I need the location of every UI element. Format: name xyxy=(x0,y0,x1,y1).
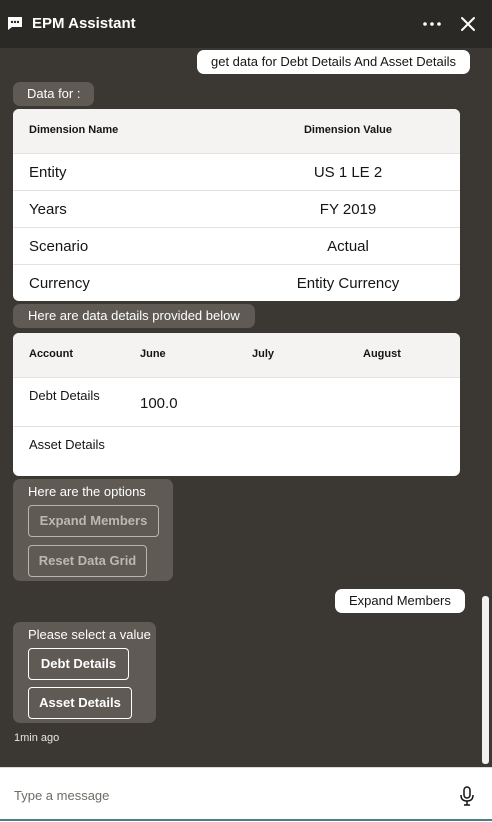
message-composer xyxy=(0,767,492,822)
column-header-dimension-name: Dimension Name xyxy=(29,124,119,136)
data-for-label: Data for : xyxy=(13,82,95,106)
data-grid-table: Account June July August Debt Details 10… xyxy=(13,333,460,476)
dimension-table: Dimension Name Dimension Value Entity US… xyxy=(13,109,460,301)
reset-data-grid-button: Reset Data Grid xyxy=(28,545,147,577)
dimension-name-cell: Currency xyxy=(29,275,90,292)
table-row: Entity US 1 LE 2 xyxy=(13,154,460,191)
dimension-name-cell: Years xyxy=(29,201,67,218)
header-title: EPM Assistant xyxy=(32,15,136,32)
message-timestamp: 1min ago xyxy=(14,732,60,744)
column-header-july: July xyxy=(252,348,275,360)
select-value-message: Please select a value Debt Details Asset… xyxy=(13,622,156,723)
expand-members-button: Expand Members xyxy=(28,505,159,537)
table-row: Asset Details xyxy=(13,427,460,476)
more-options-icon[interactable] xyxy=(422,14,442,34)
close-icon[interactable] xyxy=(458,14,478,34)
chat-bubble-icon xyxy=(8,17,22,30)
dimension-value-cell: FY 2019 xyxy=(319,201,377,218)
options-message: Here are the options Expand Members Rese… xyxy=(13,479,173,581)
table-row: Years FY 2019 xyxy=(13,191,460,228)
dimension-value-cell: Actual xyxy=(327,238,369,255)
column-header-june: June xyxy=(140,348,166,360)
june-value-cell: 100.0 xyxy=(140,395,178,412)
data-details-label: Here are data details provided below xyxy=(13,304,255,328)
table-row: Debt Details 100.0 xyxy=(13,378,460,427)
asset-details-button[interactable]: Asset Details xyxy=(28,687,132,719)
options-prompt: Here are the options xyxy=(28,484,146,499)
chat-header: EPM Assistant xyxy=(0,0,492,48)
table-row: Scenario Actual xyxy=(13,228,460,265)
microphone-icon[interactable] xyxy=(459,786,475,806)
select-prompt: Please select a value xyxy=(28,627,151,642)
chat-conversation[interactable]: get data for Debt Details And Asset Deta… xyxy=(0,48,492,767)
scrollbar-thumb[interactable] xyxy=(482,596,489,764)
dimension-name-cell: Entity xyxy=(29,164,67,181)
data-table-header: Account June July August xyxy=(13,333,460,378)
dimension-value-cell: Entity Currency xyxy=(296,275,400,292)
table-row: Currency Entity Currency xyxy=(13,265,460,301)
account-cell: Debt Details xyxy=(29,388,100,403)
column-header-dimension-value: Dimension Value xyxy=(303,124,393,136)
account-cell: Asset Details xyxy=(29,437,105,452)
debt-details-button[interactable]: Debt Details xyxy=(28,648,129,680)
message-input[interactable] xyxy=(14,782,434,808)
user-message-choice: Expand Members xyxy=(335,589,465,613)
dimension-table-header: Dimension Name Dimension Value xyxy=(13,109,460,154)
column-header-account: Account xyxy=(29,348,73,360)
user-message-query: get data for Debt Details And Asset Deta… xyxy=(197,50,470,74)
dimension-value-cell: US 1 LE 2 xyxy=(313,164,383,181)
dimension-name-cell: Scenario xyxy=(29,238,89,255)
column-header-august: August xyxy=(363,348,401,360)
